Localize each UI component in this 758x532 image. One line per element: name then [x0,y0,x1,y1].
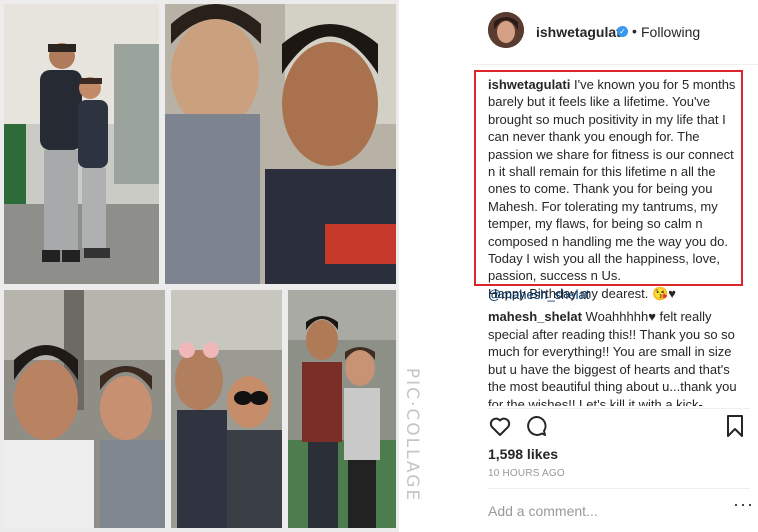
comment-item: mahesh_shelat Woahhhhh♥ felt really spec… [488,308,738,406]
collage-photo-couple-standing [4,4,159,284]
verified-badge-icon: ✓ [617,26,628,37]
collage-photo-filter-selfie [171,290,282,528]
comment-username[interactable]: mahesh_shelat [488,309,582,324]
separator-dot: • [632,23,637,39]
likes-count[interactable]: 1,598 likes [488,446,558,462]
comment-input-divider [488,488,750,489]
heart-icon[interactable] [488,414,512,438]
collage-photo-couple-pose [288,290,396,528]
following-button[interactable]: Following [641,24,700,40]
comment-icon[interactable] [524,414,548,438]
post-timestamp: 10 HOURS AGO [488,468,565,479]
more-options-icon[interactable]: ··· [733,494,754,515]
avatar[interactable] [488,12,524,48]
collage-photo-gym-selfie [4,290,165,528]
pic-collage-watermark: PIC·COLLAGE [402,367,422,503]
mention-link[interactable]: @mahesh_shelat [488,287,589,302]
collage-photo-selfie [165,4,396,284]
bookmark-icon[interactable] [725,414,745,438]
add-comment-input[interactable]: Add a comment... [488,503,598,519]
actions-divider [488,408,750,409]
caption-highlight-box [474,70,743,286]
post-username[interactable]: ishwetagulati [536,24,625,40]
photo-collage [0,0,399,532]
